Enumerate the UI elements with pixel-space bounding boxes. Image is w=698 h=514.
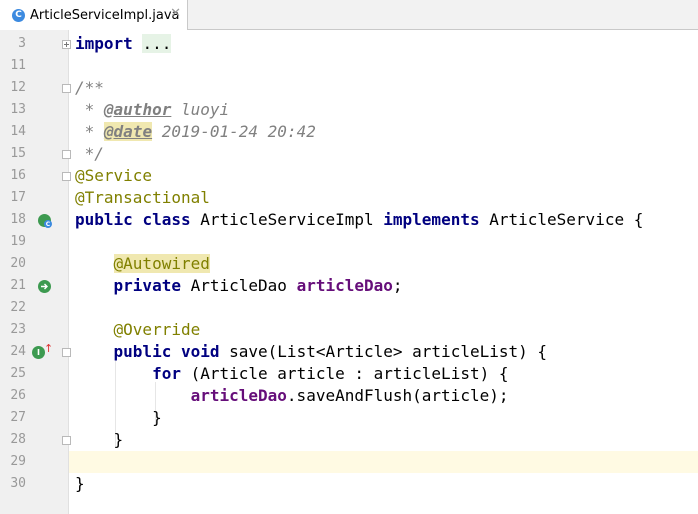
code-line[interactable]: private ArticleDao articleDao; bbox=[75, 275, 403, 297]
code-token: @Autowired bbox=[113, 254, 210, 273]
code-line[interactable]: import ... bbox=[75, 33, 172, 55]
line-number: 13 bbox=[10, 102, 26, 117]
code-token: @Override bbox=[113, 320, 201, 339]
line-number: 27 bbox=[10, 410, 26, 425]
close-icon[interactable]: ✕ bbox=[170, 7, 181, 21]
code-token: @Transactional bbox=[75, 188, 210, 207]
line-number: 19 bbox=[10, 234, 26, 249]
editor-tab-bar: C ArticleServiceImpl.java ✕ bbox=[0, 0, 698, 30]
code-token: save(List<Article> articleList) { bbox=[219, 342, 548, 361]
code-token: private bbox=[113, 276, 181, 295]
code-token: @Service bbox=[75, 166, 153, 185]
code-token: } bbox=[75, 408, 162, 427]
line-number: 16 bbox=[10, 168, 26, 183]
code-line[interactable]: for (Article article : articleList) { bbox=[75, 363, 508, 385]
line-number: 30 bbox=[10, 476, 26, 491]
code-token: } bbox=[75, 430, 124, 449]
line-number: 24 bbox=[10, 344, 26, 359]
code-token: * bbox=[75, 122, 104, 141]
code-token: for bbox=[152, 364, 181, 383]
code-line[interactable]: * @author luoyi bbox=[75, 99, 230, 121]
line-number: 28 bbox=[10, 432, 26, 447]
line-number: 17 bbox=[10, 190, 26, 205]
code-line[interactable]: /** bbox=[75, 77, 104, 99]
code-token: ; bbox=[392, 276, 403, 295]
code-line[interactable]: } bbox=[75, 473, 85, 495]
code-token: articleDao bbox=[190, 386, 287, 405]
tab-filename: ArticleServiceImpl.java bbox=[30, 7, 180, 23]
line-number: 29 bbox=[10, 454, 26, 469]
line-number: 20 bbox=[10, 256, 26, 271]
code-token: ... bbox=[142, 34, 172, 53]
code-line[interactable]: * @date 2019-01-24 20:42 bbox=[75, 121, 316, 143]
autowired-bean-icon[interactable] bbox=[38, 280, 51, 293]
java-class-icon: C bbox=[12, 8, 25, 22]
code-token: */ bbox=[75, 144, 104, 163]
code-token: articleDao bbox=[296, 276, 393, 295]
code-token: class bbox=[142, 210, 191, 229]
line-number: 22 bbox=[10, 300, 26, 315]
code-token: (Article article : articleList) { bbox=[180, 364, 509, 383]
line-number: 21 bbox=[10, 278, 26, 293]
code-line[interactable]: public class ArticleServiceImpl implemen… bbox=[75, 209, 643, 231]
line-number: 15 bbox=[10, 146, 26, 161]
code-line[interactable]: */ bbox=[75, 143, 104, 165]
code-line[interactable]: @Transactional bbox=[75, 187, 210, 209]
code-token: void bbox=[180, 342, 220, 361]
code-token: import bbox=[75, 34, 133, 53]
code-token: } bbox=[75, 474, 85, 493]
code-token: implements bbox=[383, 210, 480, 229]
code-line[interactable]: @Autowired bbox=[75, 253, 210, 275]
code-token: ArticleServiceImpl bbox=[190, 210, 384, 229]
code-token: @date bbox=[103, 122, 153, 141]
code-token: ArticleService { bbox=[479, 210, 644, 229]
code-line[interactable]: @Override bbox=[75, 319, 201, 341]
line-number: 3 bbox=[18, 36, 26, 51]
code-editor[interactable]: import ... /** * @author luoyi * @date 20… bbox=[69, 30, 698, 514]
code-token: * bbox=[75, 100, 104, 119]
line-number: 11 bbox=[10, 58, 26, 73]
line-number: 26 bbox=[10, 388, 26, 403]
code-line[interactable]: public void save(List<Article> articleLi… bbox=[75, 341, 547, 363]
line-number: 14 bbox=[10, 124, 26, 139]
code-token: @author bbox=[103, 100, 172, 119]
class-badge-icon: C bbox=[44, 220, 52, 228]
line-number: 23 bbox=[10, 322, 26, 337]
code-line[interactable]: articleDao.saveAndFlush(article); bbox=[75, 385, 509, 407]
arrow-up-icon[interactable]: ↑ bbox=[44, 342, 53, 355]
tab-article-service-impl[interactable]: C ArticleServiceImpl.java ✕ bbox=[0, 0, 188, 30]
code-token: public bbox=[113, 342, 172, 361]
code-token: .saveAndFlush(article); bbox=[286, 386, 509, 405]
code-line[interactable]: } bbox=[75, 429, 124, 451]
code-token: /** bbox=[75, 78, 104, 97]
code-line[interactable]: } bbox=[75, 407, 162, 429]
code-line[interactable]: @Service bbox=[75, 165, 152, 187]
line-number: 18 bbox=[10, 212, 26, 227]
code-token: luoyi bbox=[171, 100, 230, 119]
line-number: 25 bbox=[10, 366, 26, 381]
code-token: public bbox=[75, 210, 133, 229]
implements-interface-icon[interactable]: C bbox=[38, 214, 52, 228]
line-number: 12 bbox=[10, 80, 26, 95]
code-token: ArticleDao bbox=[180, 276, 297, 295]
code-token: 2019-01-24 20:42 bbox=[152, 122, 316, 141]
